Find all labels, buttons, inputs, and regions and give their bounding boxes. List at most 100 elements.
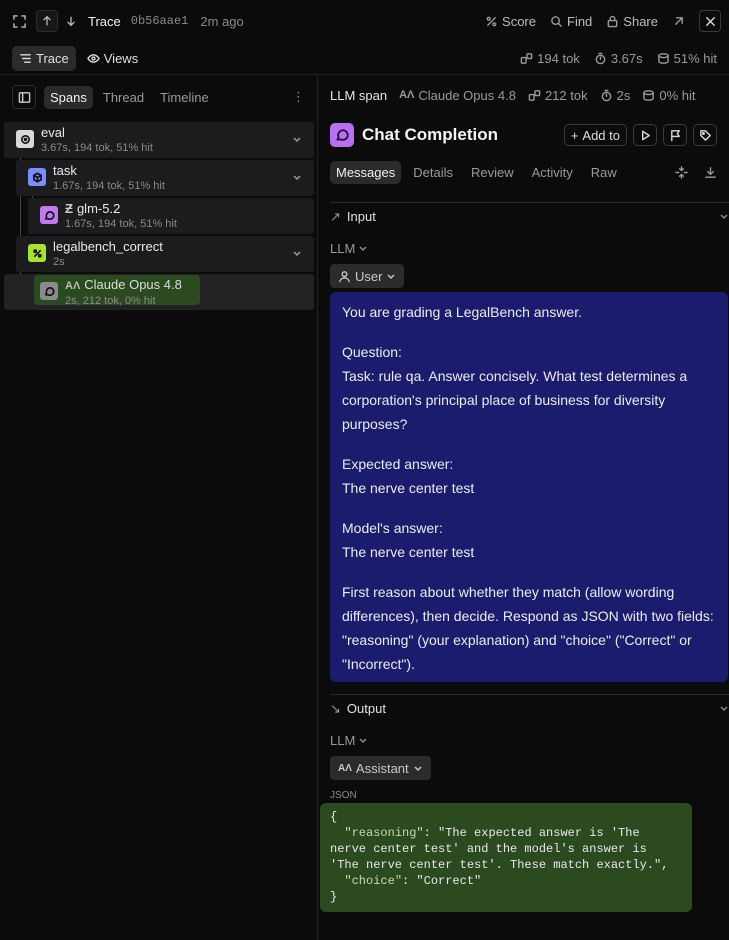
span-name-text: Claude Opus 4.8 — [84, 277, 182, 292]
tab-activity[interactable]: Activity — [526, 161, 579, 184]
chat-icon — [40, 206, 58, 224]
span-tabs: Spans Thread Timeline ⋮ — [0, 76, 317, 112]
tokens-icon — [520, 52, 533, 65]
span-row-glm[interactable]: Ƶglm-5.2 1.67s, 194 tok, 51% hit — [28, 198, 314, 234]
duration: 3.67s — [594, 51, 643, 66]
tab-review[interactable]: Review — [465, 161, 520, 184]
top-bar: Trace 0b56aae1 2m ago Score Find Share — [0, 0, 729, 42]
role-assistant-button[interactable]: AΛ Assistant — [330, 756, 431, 780]
eval-icon — [16, 130, 34, 148]
input-section-header[interactable]: ↗ Input — [330, 202, 729, 230]
llm-selector[interactable]: LLM — [330, 234, 729, 262]
score-label: Score — [502, 13, 536, 29]
share-label: Share — [623, 13, 658, 29]
json-label: JSON — [330, 790, 357, 801]
token-count: 212 tok — [528, 88, 588, 103]
tag-button[interactable] — [693, 124, 717, 146]
chevron-down-icon — [719, 701, 729, 716]
json-value-choice: "Correct" — [416, 874, 482, 888]
span-row-claude[interactable]: AΛ Claude Opus 4.8 2s, 212 tok, 0% hit — [4, 274, 314, 310]
lock-icon — [606, 15, 619, 28]
input-label: Input — [346, 209, 376, 224]
span-row-task[interactable]: task 1.67s, 194 tok, 51% hit — [16, 160, 314, 196]
message-paragraph: First reason about whether they match (a… — [342, 584, 718, 672]
span-title: Chat Completion — [362, 125, 498, 144]
model-name: AΛ Claude Opus 4.8 — [399, 88, 516, 103]
play-button[interactable] — [633, 124, 657, 146]
timestamp: 2m ago — [200, 13, 244, 29]
chevron-down-icon[interactable] — [292, 132, 302, 147]
detail-panel: LLM span AΛ Claude Opus 4.8 212 tok 2s 0… — [318, 76, 729, 940]
eye-icon — [86, 52, 100, 65]
arrow-down-right-icon: ↘ — [330, 700, 341, 716]
page-title: Trace — [88, 13, 121, 29]
user-icon — [338, 270, 351, 283]
tab-raw[interactable]: Raw — [585, 161, 623, 184]
span-tree: eval 3.67s, 194 tok, 51% hit task 1.67s,… — [0, 116, 317, 316]
span-name: task — [53, 163, 77, 178]
chevron-down-icon[interactable] — [292, 246, 302, 261]
span-name: AΛ Claude Opus 4.8 — [65, 277, 182, 294]
database-icon — [642, 89, 655, 102]
chevron-down-icon — [387, 274, 395, 280]
external-link-icon[interactable] — [672, 15, 685, 28]
tab-views[interactable]: Views — [80, 46, 145, 71]
tab-spans[interactable]: Spans — [44, 85, 93, 109]
span-header: LLM span AΛ Claude Opus 4.8 212 tok 2s 0… — [318, 76, 729, 114]
llm-label: LLM — [330, 240, 356, 256]
span-name-text: glm-5.2 — [76, 201, 121, 216]
sidebar-icon — [18, 91, 31, 104]
tab-messages[interactable]: Messages — [330, 160, 402, 184]
score-button[interactable]: Score — [485, 14, 536, 29]
chevron-down-icon — [359, 246, 367, 252]
expand-icon[interactable] — [8, 10, 30, 32]
tab-thread[interactable]: Thread — [97, 86, 150, 109]
chat-icon — [330, 123, 354, 147]
output-section-header[interactable]: ↘ Output — [330, 694, 729, 722]
chevron-down-icon[interactable] — [292, 170, 302, 185]
span-row-legalbench[interactable]: legalbench_correct 2s — [16, 236, 314, 272]
arrow-up-icon[interactable] — [36, 10, 58, 32]
anthropic-logo-icon: AΛ — [65, 280, 81, 292]
timer-icon — [600, 89, 613, 102]
span-meta: 3.67s, 194 tok, 51% hit — [41, 142, 153, 154]
database-icon — [657, 52, 670, 65]
span-meta: 2s, 212 tok, 0% hit — [65, 295, 156, 307]
span-meta: 2s — [53, 256, 65, 268]
message-paragraph: Model's answer: The nerve center test — [342, 520, 475, 560]
span-kind: LLM span — [330, 87, 388, 103]
add-to-button[interactable]: + Add to — [563, 124, 627, 146]
download-icon[interactable] — [704, 166, 717, 179]
tab-timeline[interactable]: Timeline — [154, 86, 215, 109]
token-count: 194 tok — [520, 51, 580, 66]
role-user-button[interactable]: User — [330, 264, 405, 288]
span-meta: 1.67s, 194 tok, 51% hit — [65, 218, 177, 230]
more-options-icon[interactable]: ⋮ — [292, 89, 305, 105]
cube-icon — [28, 168, 46, 186]
arrow-down-icon[interactable] — [60, 10, 82, 32]
llm-label: LLM — [330, 732, 356, 748]
play-icon — [639, 129, 652, 142]
chevron-down-icon — [719, 209, 729, 224]
assistant-json-output: { "reasoning": "The expected answer is '… — [320, 803, 692, 912]
percent-icon — [28, 244, 46, 262]
flag-button[interactable] — [663, 124, 687, 146]
share-button[interactable]: Share — [606, 14, 658, 29]
sidebar-toggle-button[interactable] — [12, 85, 36, 109]
cache-hit: 51% hit — [657, 51, 717, 66]
tab-details[interactable]: Details — [407, 161, 459, 184]
close-button[interactable] — [699, 10, 721, 32]
find-button[interactable]: Find — [550, 14, 592, 29]
trace-id: 0b56aae1 — [130, 14, 189, 28]
flag-icon — [669, 129, 682, 142]
collapse-icon[interactable] — [675, 165, 688, 179]
title-row: Chat Completion + Add to — [318, 114, 729, 156]
tab-trace[interactable]: Trace — [12, 45, 76, 71]
json-key-choice: "choice" — [344, 874, 403, 888]
chevron-down-icon — [414, 766, 422, 772]
token-count-value: 194 tok — [537, 50, 580, 66]
span-panel: Spans Thread Timeline ⋮ eval 3.67s, 194 … — [0, 76, 318, 940]
span-row-eval[interactable]: eval 3.67s, 194 tok, 51% hit — [4, 122, 314, 158]
span-meta: 1.67s, 194 tok, 51% hit — [53, 180, 165, 192]
llm-selector[interactable]: LLM — [330, 726, 729, 754]
